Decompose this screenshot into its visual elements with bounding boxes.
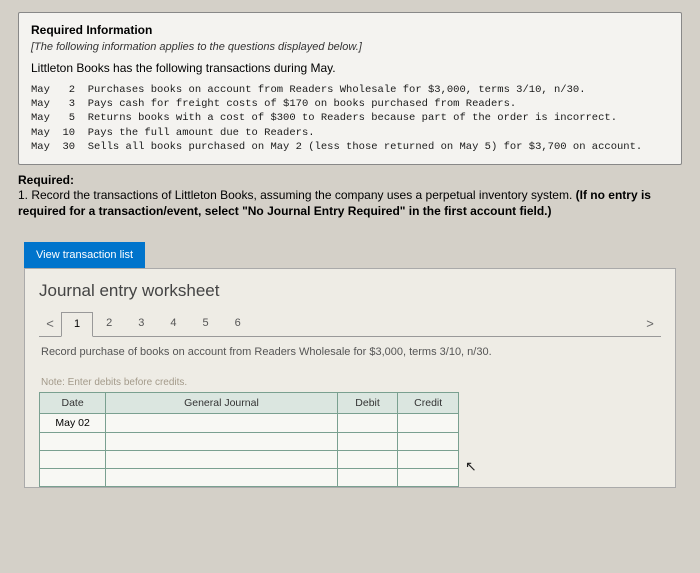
required-information-box: Required Information [The following info… — [18, 12, 682, 165]
tab-2[interactable]: 2 — [93, 311, 125, 336]
worksheet-title: Journal entry worksheet — [39, 281, 661, 301]
required-text: 1. Record the transactions of Littleton … — [18, 188, 576, 202]
required-block: Required: 1. Record the transactions of … — [18, 173, 682, 220]
cell-debit[interactable] — [337, 450, 398, 468]
col-header-credit: Credit — [398, 392, 459, 413]
table-row — [40, 450, 459, 468]
debits-before-credits-note: Note: Enter debits before credits. — [41, 377, 661, 388]
cell-general-journal[interactable] — [106, 450, 338, 468]
cell-general-journal[interactable] — [106, 432, 338, 450]
cell-date[interactable] — [40, 432, 106, 450]
journal-entry-table: Date General Journal Debit Credit May 02 — [39, 392, 459, 487]
table-row: May 02 — [40, 413, 459, 432]
tab-next-button[interactable]: > — [639, 311, 661, 336]
tab-1[interactable]: 1 — [61, 312, 93, 337]
info-header: Required Information — [31, 23, 669, 37]
view-transaction-list-button[interactable]: View transaction list — [24, 242, 145, 268]
info-subtitle: [The following information applies to th… — [31, 41, 669, 53]
journal-entry-worksheet: Journal entry worksheet < 1 2 3 4 5 6 > … — [24, 268, 676, 488]
cell-debit[interactable] — [337, 432, 398, 450]
tab-5[interactable]: 5 — [190, 311, 222, 336]
cell-credit[interactable] — [398, 432, 459, 450]
col-header-debit: Debit — [337, 392, 398, 413]
cell-debit[interactable] — [337, 413, 398, 432]
cell-date[interactable]: May 02 — [40, 413, 106, 432]
col-header-general-journal: General Journal — [106, 392, 338, 413]
tab-prev-button[interactable]: < — [39, 311, 61, 336]
cell-general-journal[interactable] — [106, 468, 338, 486]
info-description: Littleton Books has the following transa… — [31, 61, 669, 75]
table-row — [40, 432, 459, 450]
table-row — [40, 468, 459, 486]
cell-general-journal[interactable] — [106, 413, 338, 432]
cell-credit[interactable] — [398, 450, 459, 468]
tab-6[interactable]: 6 — [222, 311, 254, 336]
cell-credit[interactable] — [398, 468, 459, 486]
required-heading: Required: — [18, 173, 74, 187]
tab-3[interactable]: 3 — [125, 311, 157, 336]
tabs-row: < 1 2 3 4 5 6 > — [39, 311, 661, 337]
cell-date[interactable] — [40, 450, 106, 468]
cell-debit[interactable] — [337, 468, 398, 486]
cell-credit[interactable] — [398, 413, 459, 432]
entry-instruction: Record purchase of books on account from… — [41, 345, 661, 359]
tab-4[interactable]: 4 — [157, 311, 189, 336]
cell-date[interactable] — [40, 468, 106, 486]
col-header-date: Date — [40, 392, 106, 413]
transaction-lines: May 2 Purchases books on account from Re… — [31, 83, 669, 154]
